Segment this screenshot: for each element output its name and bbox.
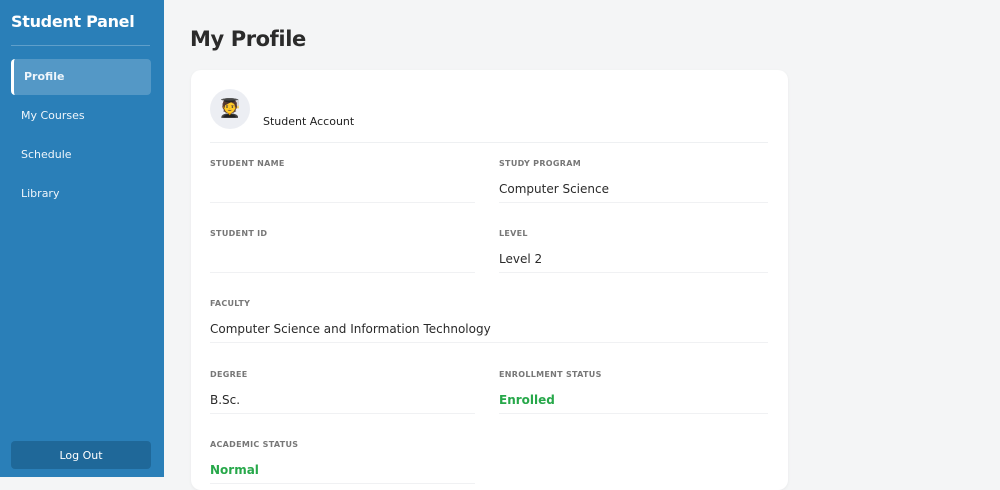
field-degree: DEGREE B.Sc. xyxy=(210,370,475,414)
enrollment-status-badge: Enrolled xyxy=(499,393,555,407)
field-student-id: STUDENT ID xyxy=(210,229,475,273)
field-value: Computer Science and Information Technol… xyxy=(210,322,491,336)
field-value: Level 2 xyxy=(499,252,543,266)
sidebar: Student Panel Profile My Courses Schedul… xyxy=(0,0,164,477)
sidebar-item-library[interactable]: Library xyxy=(11,176,151,212)
field-label: STUDY PROGRAM xyxy=(499,159,581,168)
field-label: STUDENT ID xyxy=(210,229,268,238)
card-divider xyxy=(210,142,768,143)
logout-button[interactable]: Log Out xyxy=(11,441,151,469)
field-level: LEVEL Level 2 xyxy=(499,229,768,273)
field-label: DEGREE xyxy=(210,370,248,379)
field-academic-status: ACADEMIC STATUS Normal xyxy=(210,440,475,484)
student-graduate-icon: 🧑‍🎓 xyxy=(210,89,250,129)
account-type: Student Account xyxy=(263,115,355,128)
field-label: ACADEMIC STATUS xyxy=(210,440,299,449)
field-student-name: STUDENT NAME xyxy=(210,159,475,203)
sidebar-item-my-courses[interactable]: My Courses xyxy=(11,98,151,134)
sidebar-item-profile[interactable]: Profile xyxy=(11,59,151,95)
sidebar-nav: Profile My Courses Schedule Library xyxy=(11,59,151,215)
page-title: My Profile xyxy=(190,27,306,51)
profile-card: 🧑‍🎓 Student Account STUDENT NAME STUDY P… xyxy=(191,70,788,490)
sidebar-divider xyxy=(11,45,150,46)
field-value: Computer Science xyxy=(499,182,609,196)
sidebar-title: Student Panel xyxy=(11,12,135,31)
academic-status-badge: Normal xyxy=(210,463,259,477)
field-label: LEVEL xyxy=(499,229,528,238)
field-label: STUDENT NAME xyxy=(210,159,285,168)
field-label: FACULTY xyxy=(210,299,251,308)
sidebar-item-schedule[interactable]: Schedule xyxy=(11,137,151,173)
field-study-program: STUDY PROGRAM Computer Science xyxy=(499,159,768,203)
field-faculty: FACULTY Computer Science and Information… xyxy=(210,299,768,343)
field-label: ENROLLMENT STATUS xyxy=(499,370,602,379)
field-value: B.Sc. xyxy=(210,393,241,407)
field-enrollment-status: ENROLLMENT STATUS Enrolled xyxy=(499,370,768,414)
